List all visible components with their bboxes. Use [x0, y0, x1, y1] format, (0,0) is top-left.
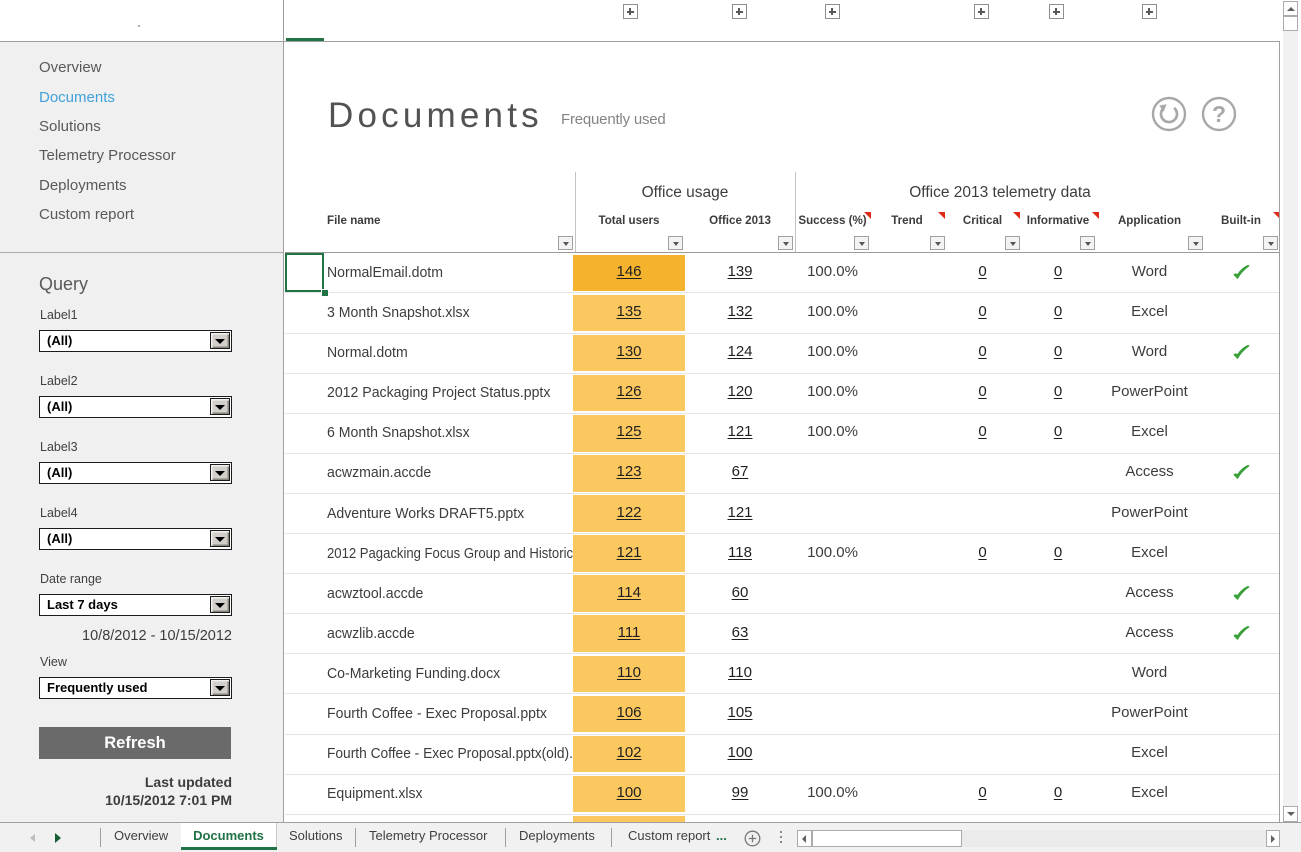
svg-text:?: ? [1212, 101, 1226, 127]
